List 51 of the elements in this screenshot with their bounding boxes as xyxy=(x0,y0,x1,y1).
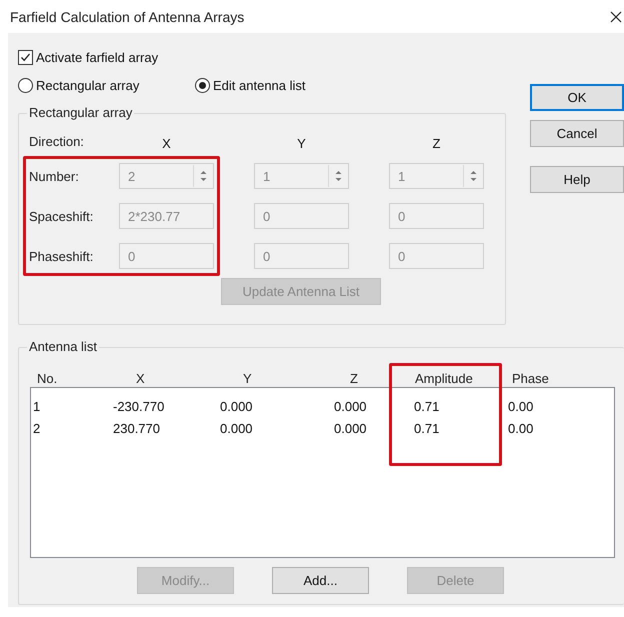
checkbox-label: Activate farfield array xyxy=(36,50,158,64)
group-title: Antenna list xyxy=(27,339,99,354)
table-cell-text: -230.770 xyxy=(112,398,166,414)
column-heading[interactable]: Phase xyxy=(495,370,615,386)
dialog-button[interactable]: Cancel xyxy=(530,120,624,147)
field-label: Number: xyxy=(29,168,80,184)
column-heading[interactable]: Amplitude xyxy=(395,370,495,386)
spinner-arrows-icon[interactable] xyxy=(468,169,478,183)
table-cell-text: 0.000 xyxy=(333,398,368,414)
spinner-field: 2 xyxy=(119,163,214,189)
spinner-field: 1 xyxy=(389,163,484,189)
checkmark-icon xyxy=(20,52,31,62)
radio-label: Edit antenna list xyxy=(213,78,306,92)
field-label: Phaseshift: xyxy=(29,248,94,264)
column-heading[interactable]: No. xyxy=(30,370,108,386)
field-label: Spaceshift: xyxy=(29,208,94,224)
table-cell-text: 0.71 xyxy=(413,420,440,436)
radio-label: Rectangular array xyxy=(36,78,140,92)
column-heading[interactable]: Z xyxy=(325,370,395,386)
input-field: 0 xyxy=(389,203,484,229)
column-heading: Y xyxy=(296,138,307,150)
table-cell-text: 0.000 xyxy=(219,420,254,436)
column-heading: X xyxy=(161,138,172,150)
column-heading: Z xyxy=(432,138,442,150)
input-field: 0 xyxy=(389,243,484,269)
input-field: 0 xyxy=(254,203,349,229)
checkbox[interactable] xyxy=(18,50,33,64)
table-cell-text: 0.00 xyxy=(507,420,534,436)
table-cell-text: 0.000 xyxy=(333,420,368,436)
input-field: 2*230.77 xyxy=(119,203,214,229)
input-field: 0 xyxy=(254,243,349,269)
spinner-field: 1 xyxy=(254,163,349,189)
dialog-button[interactable]: OK xyxy=(530,84,624,111)
table-cell-text: 0.000 xyxy=(219,398,254,414)
table-cell-text: 1 xyxy=(32,398,42,414)
table-cell-text: 0.71 xyxy=(413,398,440,414)
table-cell-text: 0.00 xyxy=(507,398,534,414)
field-label: Direction: xyxy=(29,134,85,149)
spinner-arrows-icon[interactable] xyxy=(334,169,342,183)
radio-button[interactable] xyxy=(195,78,210,92)
list-button[interactable]: Add... xyxy=(272,567,369,594)
column-heading[interactable]: Y xyxy=(215,370,325,386)
group-title: Rectangular array xyxy=(27,105,134,120)
window-title: Farfield Calculation of Antenna Arrays xyxy=(10,8,244,24)
close-icon[interactable] xyxy=(610,10,622,22)
dialog-button[interactable]: Help xyxy=(530,166,624,193)
table-cell-text: 2 xyxy=(32,420,42,436)
table-cell-text: 230.770 xyxy=(112,420,161,436)
radio-button[interactable] xyxy=(18,78,33,92)
column-heading[interactable]: X xyxy=(108,370,215,386)
input-field: 0 xyxy=(119,243,214,269)
